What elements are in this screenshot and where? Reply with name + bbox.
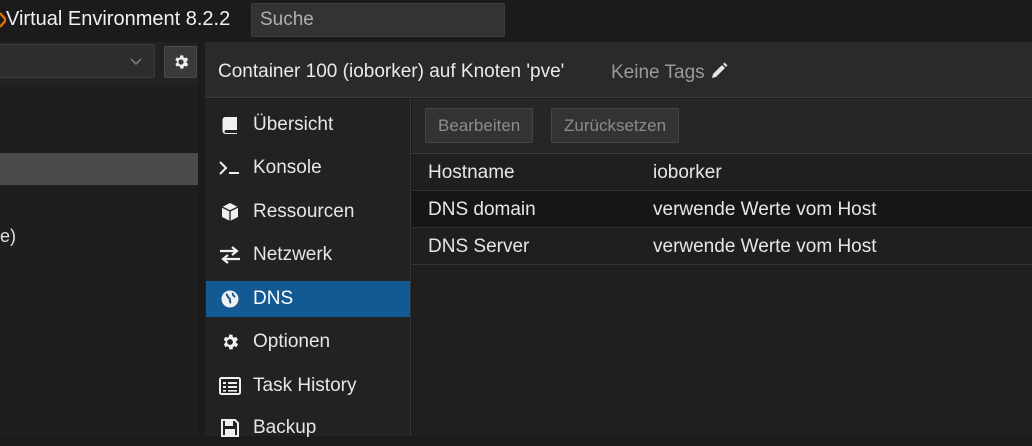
top-bar: Virtual Environment 8.2.2 (0, 0, 1032, 42)
gear-icon (174, 55, 188, 69)
chevron-down-icon (130, 58, 142, 66)
globe-icon (219, 289, 241, 309)
tree-settings-button[interactable] (164, 46, 197, 78)
edit-button[interactable]: Bearbeiten (425, 108, 534, 143)
server-view-select[interactable] (0, 44, 155, 78)
tree-item[interactable]: e) (0, 220, 198, 252)
grid-row-hostname[interactable]: Hostname ioborker (412, 154, 1032, 191)
list-icon (219, 376, 241, 396)
nav-item-task-history[interactable]: Task History (206, 368, 410, 404)
nav-item-dns[interactable]: DNS (206, 281, 410, 317)
dns-panel: Bearbeiten Zurücksetzen Hostname ioborke… (412, 99, 1032, 436)
container-nav: Übersicht Konsole Ressourcen Netzwerk DN… (205, 99, 411, 438)
nav-item-uebersicht[interactable]: Übersicht (206, 107, 410, 143)
toolbar: Bearbeiten Zurücksetzen (412, 99, 1032, 154)
search-input[interactable] (251, 3, 505, 37)
tree-item[interactable] (0, 100, 198, 132)
grid-row-dns-domain[interactable]: DNS domain verwende Werte vom Host (412, 191, 1032, 228)
resource-tree-panel: e) (0, 42, 198, 436)
nav-item-ressourcen[interactable]: Ressourcen (206, 194, 410, 230)
exchange-icon (219, 245, 241, 265)
app-title: Virtual Environment 8.2.2 (6, 8, 231, 30)
page-title: Container 100 (ioborker) auf Knoten 'pve… (218, 61, 565, 82)
tags-label: Keine Tags (611, 62, 705, 83)
reset-button[interactable]: Zurücksetzen (551, 108, 680, 143)
pencil-icon[interactable] (709, 61, 729, 81)
cube-icon (219, 202, 241, 222)
nav-item-konsole[interactable]: Konsole (206, 150, 410, 186)
nav-item-optionen[interactable]: Optionen (206, 324, 410, 360)
gear-icon (219, 332, 241, 352)
nav-item-backup[interactable]: Backup (206, 410, 410, 446)
terminal-icon (219, 158, 241, 178)
floppy-icon (219, 418, 241, 438)
grid-row-dns-server[interactable]: DNS Server verwende Werte vom Host (412, 228, 1032, 265)
tree-item-selected[interactable] (0, 153, 198, 185)
nav-item-netzwerk[interactable]: Netzwerk (206, 237, 410, 273)
resource-tree: e) (0, 86, 198, 436)
book-icon (219, 115, 241, 135)
content-header: Container 100 (ioborker) auf Knoten 'pve… (205, 42, 1032, 98)
